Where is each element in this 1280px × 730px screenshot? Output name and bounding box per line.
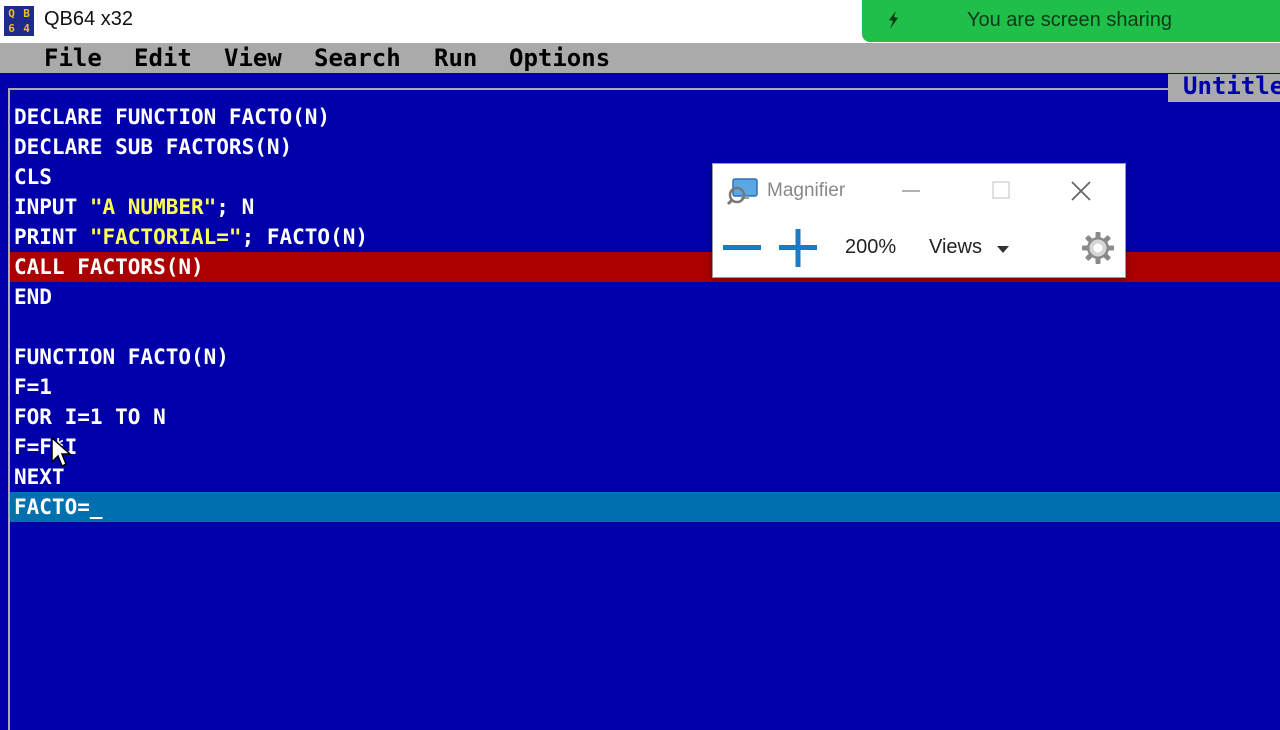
chevron-down-icon[interactable] xyxy=(996,244,1010,254)
code-token: DECLARE FUNCTION FACTO(N) xyxy=(14,105,331,129)
gear-icon[interactable] xyxy=(1081,231,1115,265)
app-icon-glyph: 4 xyxy=(23,22,30,35)
code-line[interactable]: PRINT "FACTORIAL="; FACTO(N) xyxy=(14,222,368,252)
app-icon-glyph: Q xyxy=(8,7,15,20)
menu-options[interactable]: Options xyxy=(509,43,610,73)
magnifier-window: Magnifier 200% Views xyxy=(712,163,1126,278)
code-token: DECLARE SUB FACTORS(N) xyxy=(14,135,293,159)
menu-edit[interactable]: Edit xyxy=(134,43,192,73)
code-token: END xyxy=(14,285,52,309)
code-token: FUNCTION FACTO(N) xyxy=(14,345,229,369)
drag-handle-icon[interactable] xyxy=(886,10,900,30)
code-token: INPUT xyxy=(14,195,90,219)
code-line[interactable]: DECLARE SUB FACTORS(N) xyxy=(14,132,292,162)
mouse-pointer-icon xyxy=(51,436,72,468)
menu-bar: File Edit View Search Run Options xyxy=(0,43,1280,73)
code-token: CALL FACTORS(N) xyxy=(14,255,204,279)
code-line[interactable]: F=1 xyxy=(14,372,52,402)
magnifier-title: Magnifier xyxy=(767,180,846,201)
code-line[interactable]: END xyxy=(14,282,52,312)
code-line[interactable]: DECLARE FUNCTION FACTO(N) xyxy=(14,102,330,132)
magnifier-app-icon xyxy=(727,178,758,206)
window-title: QB64 x32 xyxy=(44,8,133,30)
zoom-in-icon[interactable] xyxy=(776,228,820,268)
code-token: ; FACTO(N) xyxy=(241,225,369,249)
string-literal: "FACTORIAL=" xyxy=(89,225,242,249)
minimize-icon[interactable] xyxy=(896,178,926,204)
code-line[interactable]: FACTO=_ xyxy=(14,492,103,522)
code-line[interactable]: FOR I=1 TO N xyxy=(14,402,166,432)
code-token: CLS xyxy=(14,165,52,189)
code-line[interactable]: CALL FACTORS(N) xyxy=(14,252,204,282)
menu-run[interactable]: Run xyxy=(434,43,477,73)
code-token: F=1 xyxy=(14,375,52,399)
code-token: ; N xyxy=(216,195,255,219)
app-icon-glyph: B xyxy=(23,7,30,20)
menu-search[interactable]: Search xyxy=(314,43,401,73)
code-line[interactable]: INPUT "A NUMBER"; N xyxy=(14,192,254,222)
code-token: PRINT xyxy=(14,225,90,249)
file-name-label: Untitled xyxy=(1183,72,1280,100)
screen-sharing-text: You are screen sharing xyxy=(967,9,1172,31)
string-literal: "A NUMBER" xyxy=(89,195,217,219)
app-icon-glyph: 6 xyxy=(8,22,15,35)
screen-sharing-banner[interactable]: You are screen sharing xyxy=(862,0,1280,42)
qb64-app-icon: Q B 6 4 xyxy=(4,6,34,36)
menu-file[interactable]: File xyxy=(44,43,102,73)
zoom-level: 200% xyxy=(845,236,897,258)
code-line[interactable]: FUNCTION FACTO(N) xyxy=(14,342,229,372)
views-dropdown[interactable]: Views xyxy=(929,236,982,259)
code-token: FOR I=1 TO N xyxy=(14,405,166,429)
close-icon[interactable] xyxy=(1066,176,1096,206)
current-line-highlight xyxy=(10,492,1280,522)
code-line[interactable]: CLS xyxy=(14,162,52,192)
maximize-icon[interactable] xyxy=(986,178,1016,204)
zoom-out-icon[interactable] xyxy=(720,232,764,264)
code-token: FACTO=_ xyxy=(14,495,103,519)
menu-view[interactable]: View xyxy=(224,43,282,73)
